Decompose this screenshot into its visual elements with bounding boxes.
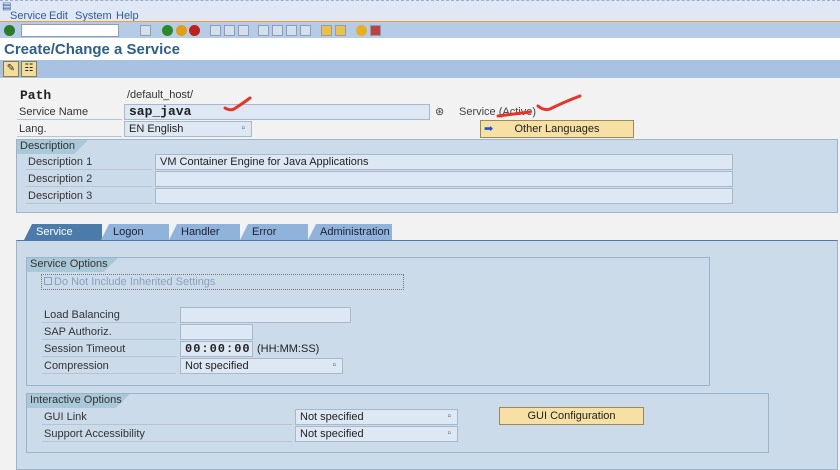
session-timeout-hint: (HH:MM:SS): [257, 343, 320, 355]
description-3-label: Description 3: [26, 188, 152, 204]
exit-icon[interactable]: [176, 25, 187, 36]
description-2-input[interactable]: [155, 171, 733, 187]
interactive-options-group: Interactive Options GUI Link Not specifi…: [26, 393, 769, 453]
find-icon[interactable]: [224, 25, 235, 36]
tab-service-data[interactable]: Service Data: [24, 224, 102, 240]
last-page-icon[interactable]: [300, 25, 311, 36]
lang-label: Lang.: [17, 121, 122, 137]
description-group: Description Description 1 VM Container E…: [16, 139, 838, 213]
service-status-icon[interactable]: ⊛: [435, 105, 444, 118]
command-field[interactable]: [21, 24, 119, 37]
support-accessibility-label: Support Accessibility: [42, 426, 292, 442]
enter-icon[interactable]: [4, 25, 15, 36]
service-name-label: Service Name: [17, 104, 122, 120]
find-next-icon[interactable]: [238, 25, 249, 36]
gui-link-label: GUI Link: [42, 409, 292, 425]
print-icon[interactable]: [210, 25, 221, 36]
back-icon[interactable]: [162, 25, 173, 36]
help-icon[interactable]: [356, 25, 367, 36]
annotation-checkmark: [223, 96, 252, 112]
tab-handler-list[interactable]: Handler List: [169, 224, 240, 240]
load-balancing-label: Load Balancing: [42, 307, 176, 323]
sap-authoriz-input[interactable]: [180, 324, 253, 340]
path-label: Path: [20, 88, 52, 103]
service-options-group: Service Options Do Not Include Inherited…: [26, 257, 710, 386]
next-page-icon[interactable]: [286, 25, 297, 36]
service-name-input[interactable]: sap_java: [124, 104, 430, 120]
annotation-checkmark: [496, 94, 582, 118]
previous-page-icon[interactable]: [272, 25, 283, 36]
tab-logon-data[interactable]: Logon Data: [101, 224, 169, 240]
title-bar: Create/Change a Service: [0, 38, 840, 60]
tab-panel: Service Options Do Not Include Inherited…: [16, 240, 838, 470]
service-options-title: Service Options: [27, 258, 120, 272]
new-session-icon[interactable]: [321, 25, 332, 36]
compression-label: Compression: [42, 358, 176, 374]
description-title: Description: [17, 140, 88, 154]
load-balancing-input[interactable]: [180, 307, 351, 323]
sap-authoriz-label: SAP Authoriz.: [42, 324, 176, 340]
gui-configuration-button[interactable]: GUI Configuration: [499, 407, 644, 425]
path-value: /default_host/: [127, 89, 194, 101]
layout-menu-icon[interactable]: [370, 25, 381, 36]
description-3-input[interactable]: [155, 188, 733, 204]
tab-administration[interactable]: Administration: [308, 224, 392, 240]
display-change-icon[interactable]: ✎: [3, 61, 19, 77]
description-1-label: Description 1: [26, 154, 152, 170]
other-languages-button[interactable]: ➡ Other Languages: [480, 120, 634, 138]
description-1-input[interactable]: VM Container Engine for Java Application…: [155, 154, 733, 170]
application-toolbar: ✎ ☷: [0, 60, 840, 78]
compression-dropdown[interactable]: Not specified: [180, 358, 343, 374]
inherited-settings-checkbox[interactable]: Do Not Include Inherited Settings: [41, 274, 404, 290]
system-toolbar: [0, 21, 840, 38]
interactive-options-title: Interactive Options: [27, 394, 134, 408]
menu-bar: ▤ Service Edit System Help: [0, 0, 840, 22]
tab-error-pages[interactable]: Error Pages: [240, 224, 308, 240]
cancel-icon[interactable]: [189, 25, 200, 36]
session-timeout-label: Session Timeout: [42, 341, 176, 357]
session-timeout-input[interactable]: 00:00:00: [180, 341, 253, 357]
lang-dropdown[interactable]: EN English: [124, 121, 252, 137]
checkbox-icon: [44, 277, 52, 285]
first-page-icon[interactable]: [258, 25, 269, 36]
save-icon[interactable]: [140, 25, 151, 36]
page-title: Create/Change a Service: [4, 41, 180, 58]
hierarchy-icon[interactable]: ☷: [21, 61, 37, 77]
shortcut-icon[interactable]: [335, 25, 346, 36]
description-2-label: Description 2: [26, 171, 152, 187]
gui-link-dropdown[interactable]: Not specified: [295, 409, 458, 425]
support-accessibility-dropdown[interactable]: Not specified: [295, 426, 458, 442]
arrow-right-icon: ➡: [484, 123, 494, 135]
